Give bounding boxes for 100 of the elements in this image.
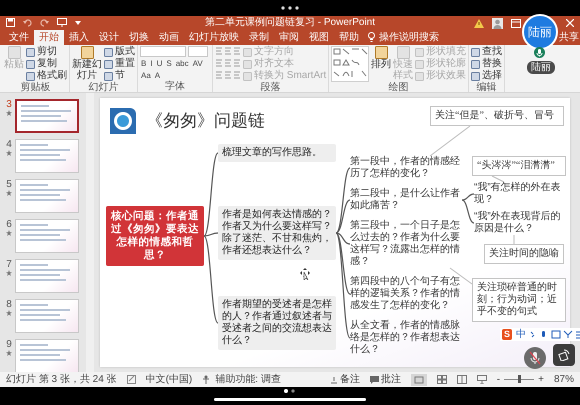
- ribbon-tab[interactable]: 设计: [94, 30, 124, 45]
- font-field[interactable]: [140, 46, 186, 57]
- slide-sorter-icon[interactable]: [436, 375, 447, 384]
- ribbon-button[interactable]: 新建幻灯片: [72, 46, 102, 82]
- slideshow-icon[interactable]: [476, 375, 487, 384]
- ribbon-button[interactable]: 剪切: [26, 46, 67, 58]
- share-button[interactable]: 共享: [559, 30, 579, 45]
- undo-icon[interactable]: [23, 18, 32, 27]
- note-box: 关注琐碎普通的时刻；行为动词；近乎不变的句式: [472, 278, 566, 322]
- group-label: 编辑: [476, 82, 498, 93]
- save-icon[interactable]: [6, 18, 15, 27]
- slide-number: 6: [6, 219, 12, 230]
- question-text: 第四段中的八个句子有怎样的逻辑关系？作者的情感发生了怎样的变化？: [350, 276, 461, 312]
- ribbon-button[interactable]: 重置: [104, 58, 135, 70]
- accessibility-status[interactable]: 辅助功能: 调查: [215, 372, 281, 387]
- question-node: 作者是如何表达情感的？作者又为什么要这样写？除了迷茫、不甘和焦灼，作者还想表达什么？: [218, 206, 336, 260]
- account-icon[interactable]: [492, 18, 503, 29]
- format-button[interactable]: abc: [174, 59, 190, 69]
- star-icon: [6, 230, 12, 236]
- ribbon-tab[interactable]: 幻灯片放映: [184, 30, 244, 45]
- sub-question-text: “我”外在表现背后的原因是什么？: [474, 211, 562, 235]
- format-button[interactable]: S: [165, 59, 173, 69]
- ribbon-tab[interactable]: 审阅: [274, 30, 304, 45]
- command-icon: [80, 46, 94, 59]
- presentation-icon[interactable]: [57, 18, 67, 27]
- question-node: 梳理文章的写作思路。: [218, 144, 336, 162]
- slide-number: 3: [6, 99, 12, 110]
- ribbon-tab[interactable]: 视图: [304, 30, 334, 45]
- leader-line: [492, 176, 504, 182]
- ribbon-tab[interactable]: 插入: [64, 30, 94, 45]
- format-button[interactable]: U: [156, 59, 164, 69]
- question-text: 第一段中，作者的情感经历了怎样的变化？: [350, 156, 461, 180]
- ribbon-tab[interactable]: 文件: [4, 30, 34, 45]
- ribbon-button[interactable]: 替换: [471, 58, 502, 70]
- ribbon-button[interactable]: 节: [104, 70, 135, 82]
- ime-toolbar-icons-drawing[interactable]: [530, 330, 580, 339]
- zoom-out-button[interactable]: -: [496, 374, 500, 386]
- star-icon: [6, 310, 12, 316]
- format-button[interactable]: A: [154, 71, 162, 81]
- group-label: 幻灯片: [88, 82, 120, 93]
- ribbon-button[interactable]: 查找: [471, 46, 502, 58]
- move-cursor-icon: [300, 268, 310, 280]
- ime-logo[interactable]: S: [502, 329, 512, 340]
- question-text: 第三段中，一个日子是怎么过去的？作者为什么要这样写？流露出怎样的情感？: [350, 220, 461, 268]
- slide-number: 9: [6, 339, 12, 350]
- ribbon-display-icon[interactable]: [511, 19, 521, 28]
- slide-title: 《匆匆》问题链: [146, 110, 265, 132]
- star-icon: [6, 110, 12, 116]
- reading-view-icon[interactable]: [456, 375, 467, 384]
- core-question-node: 核心问题：作者通过《匆匆》要表达怎样的情感和哲思？: [106, 206, 204, 266]
- notes-toggle-icon[interactable]: [126, 375, 136, 384]
- logo-icon: [110, 108, 136, 134]
- format-button[interactable]: I: [149, 59, 154, 69]
- ime-mode[interactable]: 中: [516, 328, 526, 340]
- warning-icon[interactable]: [474, 19, 484, 28]
- slide-number: 4: [6, 139, 12, 150]
- slide-thumbnail[interactable]: [15, 99, 79, 133]
- ribbon-tab[interactable]: 切换: [124, 30, 154, 45]
- redo-icon[interactable]: [40, 18, 49, 27]
- shape-gallery-drawing[interactable]: [331, 46, 370, 82]
- zoom-level[interactable]: 87%: [554, 372, 574, 387]
- name-badge: 陆丽: [527, 61, 555, 74]
- notes-button[interactable]: 备注: [330, 374, 360, 386]
- ribbon-button[interactable]: 复制: [26, 58, 67, 70]
- slide-number: 5: [6, 179, 12, 190]
- comments-button[interactable]: 批注: [370, 374, 401, 386]
- thumbnail-scrollbar[interactable]: [86, 93, 94, 372]
- microphone-off-icon: [529, 351, 541, 365]
- star-icon: [6, 270, 12, 276]
- language-status[interactable]: 中文(中国): [146, 372, 192, 387]
- format-button[interactable]: B: [140, 59, 148, 69]
- tell-me-search[interactable]: 操作说明搜索: [379, 30, 439, 45]
- ribbon-tab[interactable]: 动画: [154, 30, 184, 45]
- group-label: 段落: [260, 82, 282, 93]
- accessibility-icon[interactable]: [202, 375, 212, 384]
- window-title: 第二单元课例问题链复习 - PowerPoint: [204, 16, 376, 30]
- zoom-in-button[interactable]: +: [538, 374, 544, 386]
- star-icon: [6, 150, 12, 156]
- caret-icon[interactable]: [75, 20, 81, 24]
- zoom-slider-thumb[interactable]: [518, 375, 521, 383]
- ribbon-tab[interactable]: 录制: [244, 30, 274, 45]
- ribbon-button[interactable]: 版式: [104, 46, 135, 58]
- question-text: 第二段中，是什么让作者如此痛苦？: [350, 188, 461, 212]
- command-icon: [8, 46, 20, 59]
- sub-question-text: “我”有怎样的外在表现？: [474, 182, 562, 206]
- ribbon-tab[interactable]: 开始: [34, 30, 64, 45]
- format-button[interactable]: Aa: [140, 71, 152, 81]
- rotate-button[interactable]: [553, 344, 575, 366]
- ribbon-button[interactable]: 排列: [371, 46, 392, 82]
- ribbon-tab[interactable]: 帮助: [334, 30, 364, 45]
- close-icon[interactable]: [566, 19, 574, 27]
- notes-icon: [330, 376, 338, 384]
- ribbon-button[interactable]: 选择: [471, 70, 502, 82]
- ribbon-button[interactable]: 格式刷: [26, 70, 67, 82]
- comment-icon: [370, 376, 379, 384]
- slide-number: 8: [6, 299, 12, 310]
- more-icon[interactable]: [281, 6, 299, 10]
- normal-view-icon[interactable]: [410, 374, 427, 386]
- format-button[interactable]: AV: [192, 59, 204, 69]
- font-field[interactable]: [188, 46, 208, 57]
